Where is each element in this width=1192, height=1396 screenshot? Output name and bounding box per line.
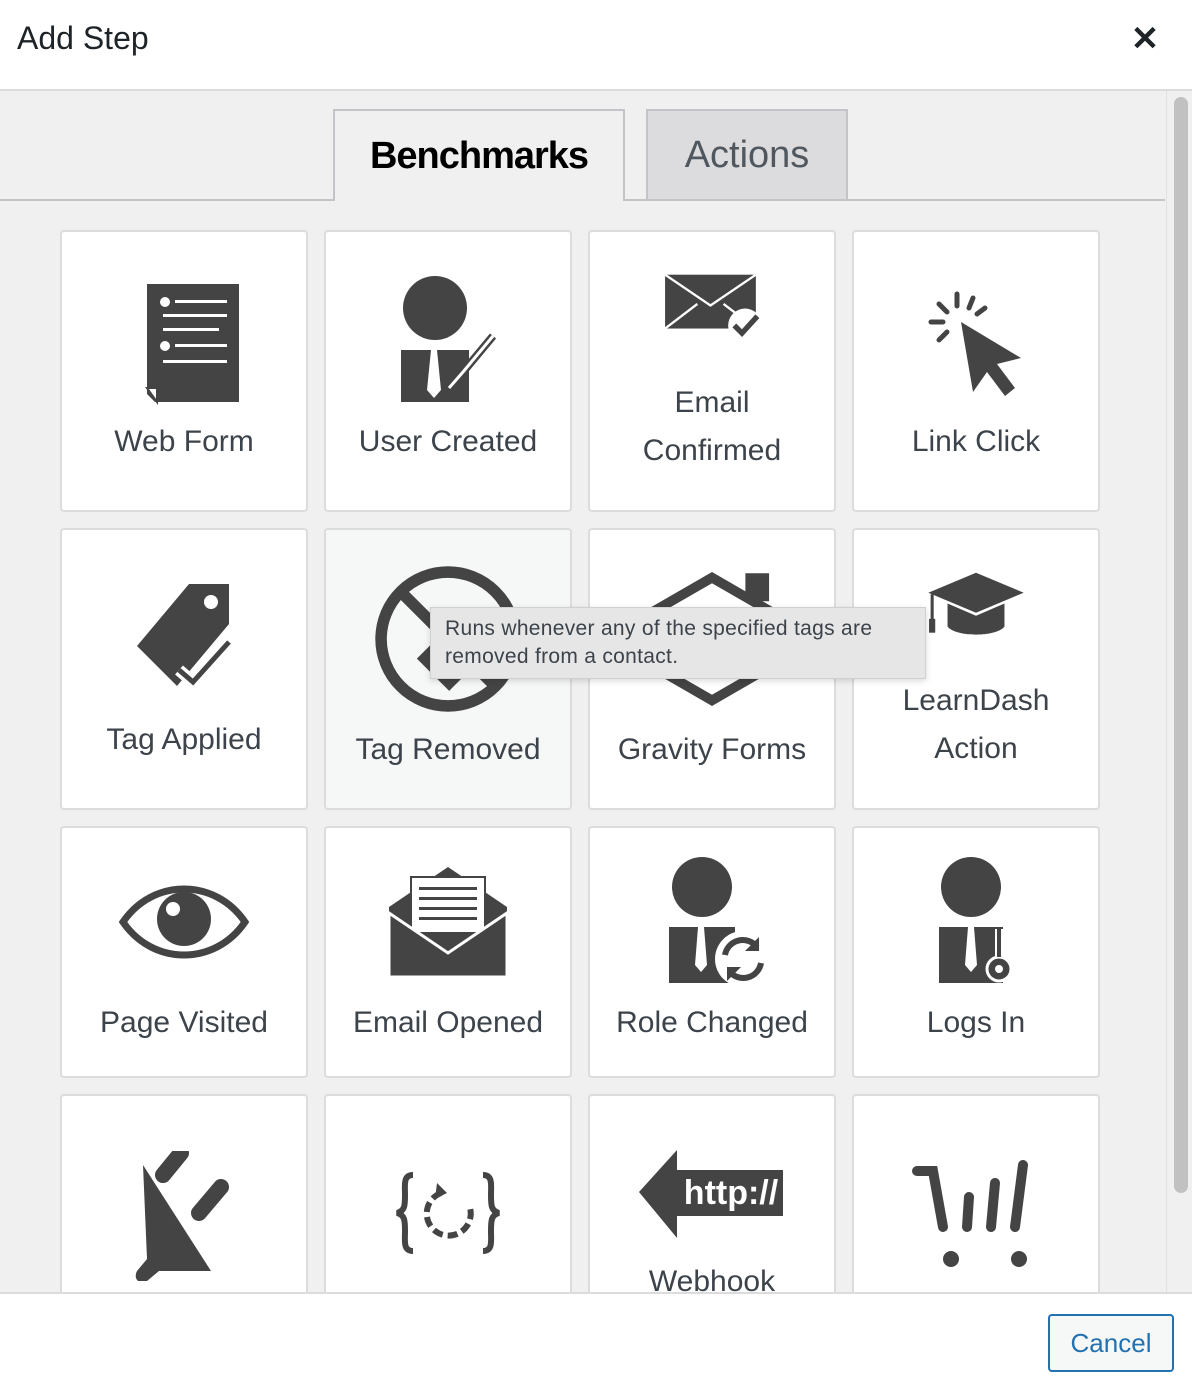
envelope-open-icon [387, 867, 509, 979]
step-card-email-confirmed[interactable]: Email Confirmed [588, 230, 836, 512]
step-card-email-opened[interactable]: Email Opened [324, 826, 572, 1078]
dialog-header: Add Step ✕ [0, 0, 1192, 91]
tag-check-icon [137, 584, 234, 691]
step-card-page-visited[interactable]: Page Visited [60, 826, 308, 1078]
step-card-cart[interactable] [852, 1094, 1100, 1292]
step-card-tag-applied[interactable]: Tag Applied [60, 528, 308, 810]
step-card-label: Tag Removed [355, 733, 541, 766]
tab-actions[interactable]: Actions [646, 109, 848, 199]
step-card-label: Email Confirmed [642, 386, 782, 467]
step-card-label: Tag Applied [106, 723, 262, 756]
cart-icon [912, 1160, 1028, 1267]
scrollbar-thumb[interactable] [1174, 97, 1188, 1193]
svg-text:http://: http:// [684, 1174, 779, 1212]
step-card-user-created[interactable]: User Created [324, 230, 572, 512]
eye-icon [119, 885, 249, 959]
user-refresh-icon [669, 857, 771, 987]
dialog-title: Add Step [17, 20, 149, 56]
step-card-label: LearnDash Action [902, 684, 1050, 765]
step-card-plug[interactable] [60, 1094, 308, 1292]
tooltip: Runs whenever any of the specified tags … [430, 607, 926, 679]
close-icon[interactable]: ✕ [1128, 20, 1162, 58]
step-card-label: Webhook [648, 1265, 776, 1292]
step-card-label: Web Form [114, 425, 254, 458]
cancel-button[interactable]: Cancel [1048, 1314, 1174, 1372]
webhook-icon: http:// [639, 1150, 783, 1238]
step-card-link-click[interactable]: Link Click [852, 230, 1100, 512]
cursor-click-icon [928, 291, 1021, 396]
tab-benchmarks[interactable]: Benchmarks [333, 109, 625, 201]
dialog-body: Benchmarks Actions Web Form User Created… [0, 91, 1192, 1292]
step-card-label: User Created [358, 425, 538, 458]
step-card-label: Gravity Forms [617, 733, 807, 766]
form-icon [145, 284, 239, 406]
step-card-webhook[interactable]: http:// Webhook [588, 1094, 836, 1292]
dialog-footer: Cancel [0, 1292, 1192, 1396]
user-check-icon [401, 276, 497, 402]
step-card-label: Link Click [911, 425, 1041, 458]
scrollbar[interactable] [1166, 91, 1192, 1292]
step-card-web-form[interactable]: Web Form [60, 230, 308, 512]
step-card-logs-in[interactable]: Logs In [852, 826, 1100, 1078]
step-card-code-refresh[interactable] [324, 1094, 572, 1292]
code-refresh-icon [396, 1172, 500, 1254]
step-card-label: Role Changed [616, 1006, 808, 1039]
step-card-label: Logs In [926, 1006, 1026, 1039]
step-card-role-changed[interactable]: Role Changed [588, 826, 836, 1078]
graduation-cap-icon [928, 572, 1024, 635]
plug-icon [135, 1151, 229, 1281]
user-key-icon [939, 857, 1013, 983]
step-card-label: Page Visited [100, 1006, 268, 1039]
email-check-icon [664, 273, 762, 343]
step-card-label: Email Opened [352, 1006, 544, 1039]
